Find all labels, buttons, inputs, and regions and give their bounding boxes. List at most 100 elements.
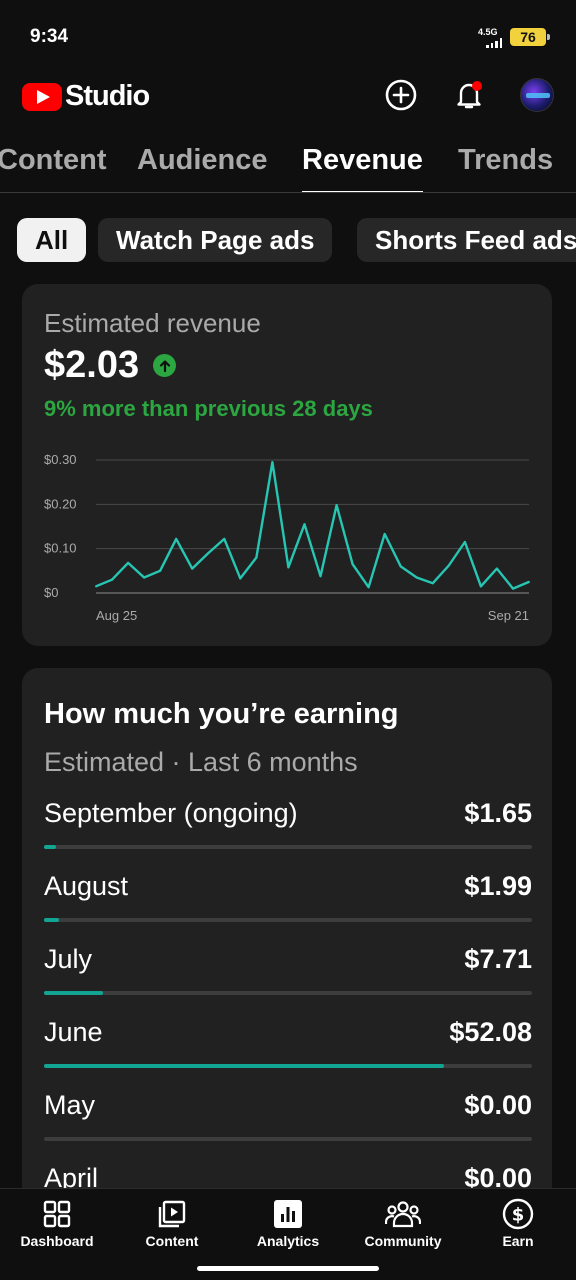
revenue-data-point [479,585,482,588]
earnings-month: June [44,1017,103,1047]
revenue-data-point [447,564,450,567]
earnings-bar-track [44,1064,532,1068]
earnings-bar-track [44,845,532,849]
notifications-icon [457,81,482,109]
revenue-data-point [383,533,386,536]
nav-label: Community [364,1233,442,1249]
revenue-data-point [511,587,514,590]
signal-icon [486,38,502,48]
earnings-bar-fill [44,918,59,922]
revenue-data-point [399,565,402,568]
status-bar: 9:34 4.5G 76 [0,0,576,70]
filter-chips: All Watch Page ads Shorts Feed ads [17,218,576,264]
create-button[interactable] [381,75,421,115]
notifications-button[interactable] [449,75,489,115]
studio-logo[interactable]: Studio [22,80,150,113]
revenue-data-point [271,461,274,464]
revenue-change: 9% more than previous 28 days [44,396,373,421]
network-label: 4.5G [478,27,498,37]
avatar[interactable] [520,78,554,112]
earnings-month: September (ongoing) [44,798,298,828]
create-icon [385,79,417,111]
estimated-revenue-card[interactable]: Estimated revenue $2.03 9% more than pre… [22,284,552,646]
network-indicator: 4.5G [478,28,502,48]
arrow-up-icon [153,354,176,377]
earnings-row[interactable]: July $7.71 [44,944,532,1004]
tab-content[interactable]: Content [0,144,107,177]
earnings-bar-track [44,1137,532,1141]
tab-revenue[interactable]: Revenue [302,144,423,192]
revenue-data-point [431,582,434,585]
chart-y-tick-label: $0.10 [44,541,77,556]
revenue-line-chart[interactable]: $0.30 $0.20 $0.10 $0 Aug 25 Sep 21 [22,444,552,634]
nav-label: Content [145,1233,199,1249]
earnings-value: $1.99 [464,871,532,901]
revenue-data-point [303,523,306,526]
revenue-data-point [175,537,178,540]
revenue-data-point [287,566,290,569]
revenue-data-point [127,561,130,564]
earnings-row[interactable]: August $1.99 [44,871,532,931]
tab-audience[interactable]: Audience [137,144,268,177]
chart-x-start-label: Aug 25 [96,608,137,623]
nav-community[interactable]: Community [348,1197,458,1249]
revenue-data-point [143,576,146,579]
analytics-icon [274,1200,302,1228]
content-icon [158,1200,186,1228]
revenue-series-line [95,461,530,590]
svg-text:$: $ [512,1205,525,1226]
revenue-data-point [528,580,530,583]
chip-shorts-feed-ads[interactable]: Shorts Feed ads [357,218,576,262]
revenue-data-point [191,567,194,570]
nav-label: Analytics [256,1233,320,1249]
revenue-data-point [367,586,370,589]
earnings-value: $7.71 [464,944,532,974]
dashboard-icon [43,1200,71,1228]
revenue-data-point [495,567,498,570]
revenue-data-point [351,563,354,566]
earnings-row[interactable]: September (ongoing) $1.65 [44,798,532,858]
revenue-data-point [207,552,210,555]
revenue-data-point [255,556,258,559]
earn-icon: $ [502,1198,534,1230]
earnings-row[interactable]: May $0.00 [44,1090,532,1150]
revenue-data-point [95,585,97,588]
revenue-data-point [111,578,114,581]
chart-y-tick-label: $0.30 [44,452,77,467]
earnings-month: August [44,871,129,901]
nav-dashboard[interactable]: Dashboard [2,1197,112,1249]
earnings-row[interactable]: June $52.08 [44,1017,532,1077]
earnings-value: $0.00 [464,1090,532,1120]
nav-label: Earn [502,1233,534,1249]
earnings-subtitle: Estimated · Last 6 months [44,747,358,777]
chart-y-tick-label: $0 [44,585,58,600]
earnings-bar-fill [44,845,57,849]
logo-text: Studio [65,80,150,112]
revenue-data-point [335,504,338,507]
nav-earn[interactable]: $ Earn [463,1197,573,1249]
nav-label: Dashboard [20,1233,94,1249]
status-time: 9:34 [30,26,69,47]
revenue-data-point [239,577,242,580]
youtube-play-icon [22,82,62,111]
revenue-data-point [415,576,418,579]
earnings-value: $1.65 [464,798,532,828]
revenue-data-point [319,575,322,578]
earnings-month: July [44,944,93,974]
earnings-bar-track [44,991,532,995]
nav-analytics[interactable]: Analytics [233,1197,343,1249]
earnings-title: How much you’re earning [44,698,399,730]
community-icon [385,1201,421,1228]
earnings-bar-track [44,918,532,922]
earnings-bar-fill [44,1064,445,1068]
tab-trends[interactable]: Trends [458,144,553,177]
earnings-month: May [44,1090,96,1120]
revenue-data-point [223,537,226,540]
chart-y-tick-label: $0.20 [44,496,77,511]
earnings-card: How much you’re earning Estimated · Last… [22,668,552,1208]
chip-watch-page-ads[interactable]: Watch Page ads [98,218,333,262]
revenue-data-point [463,541,466,544]
nav-content[interactable]: Content [117,1197,227,1249]
chip-all[interactable]: All [17,218,87,262]
app-header: Studio [0,70,576,120]
